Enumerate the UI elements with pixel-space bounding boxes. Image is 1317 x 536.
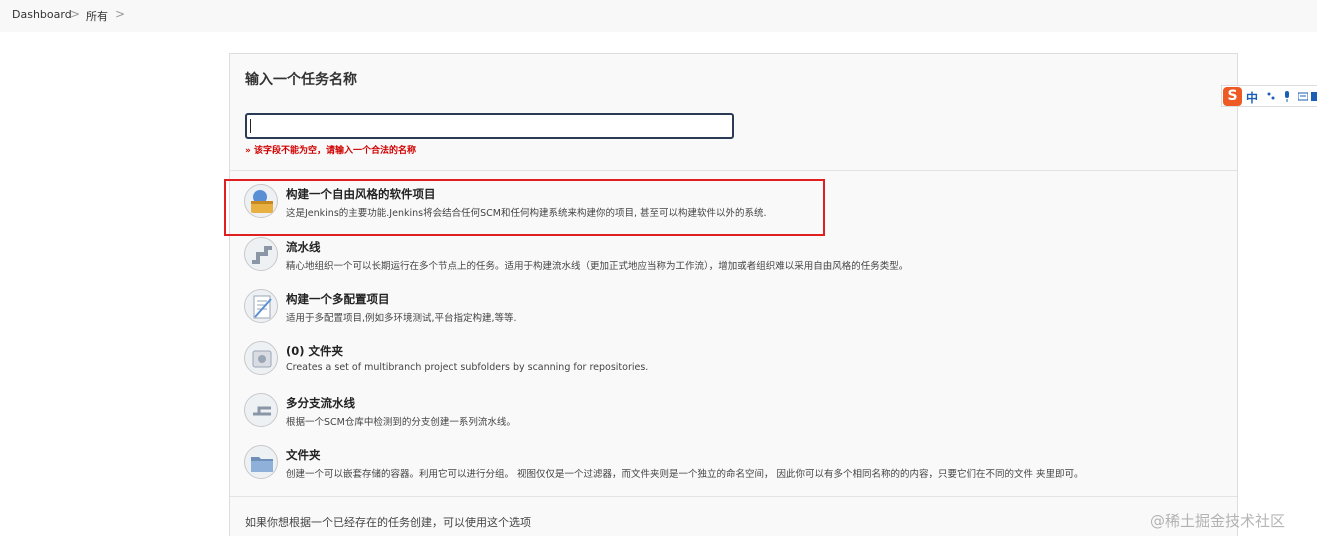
job-type-title: (0) 文件夹 [286, 344, 344, 358]
breadcrumb-bar: Dashboard > 所有 > [0, 0, 1317, 32]
page-title: 输入一个任务名称 [245, 72, 357, 88]
breadcrumb-all[interactable]: 所有 [86, 8, 108, 24]
job-type-multi-config[interactable]: 构建一个多配置项目 适用于多配置项目,例如多环境测试,平台指定构建,等等. [244, 289, 1144, 335]
job-type-title: 流水线 [286, 240, 321, 254]
job-type-multibranch-pipeline[interactable]: 多分支流水线 根据一个SCM仓库中检测到的分支创建一系列流水线。 [244, 393, 1144, 439]
folder-icon [244, 445, 278, 479]
job-type-title: 文件夹 [286, 448, 321, 462]
breadcrumb-separator[interactable]: > [70, 7, 80, 21]
validation-error: » 该字段不能为空，请输入一个合法的名称 [245, 146, 416, 156]
keyboard-icon[interactable] [1298, 91, 1308, 102]
skin-icon[interactable] [1311, 91, 1317, 102]
multi-config-icon [244, 289, 278, 323]
job-type-desc: 精心地组织一个可以长期运行在多个节点上的任务。适用于构建流水线（更加正式地应当称… [286, 261, 909, 272]
divider [230, 170, 1237, 171]
org-folder-icon [244, 341, 278, 375]
breadcrumb-dashboard[interactable]: Dashboard [12, 8, 72, 21]
job-type-title: 构建一个多配置项目 [286, 292, 390, 306]
breadcrumb-separator[interactable]: > [115, 7, 125, 21]
ime-language-toggle[interactable]: 中 [1246, 89, 1258, 106]
ime-toolbar: S 中 [1221, 85, 1317, 107]
punctuation-icon[interactable] [1266, 91, 1276, 102]
microphone-icon[interactable] [1282, 91, 1292, 102]
copy-existing-label: 如果你想根据一个已经存在的任务创建，可以使用这个选项 [245, 516, 531, 529]
job-type-pipeline[interactable]: 流水线 精心地组织一个可以长期运行在多个节点上的任务。适用于构建流水线（更加正式… [244, 237, 1144, 283]
highlight-annotation [224, 179, 825, 236]
text-caret [250, 119, 251, 133]
job-type-desc: 根据一个SCM仓库中检测到的分支创建一系列流水线。 [286, 417, 516, 428]
job-type-title: 多分支流水线 [286, 396, 355, 410]
item-name-input[interactable] [245, 113, 734, 139]
job-type-folder[interactable]: 文件夹 创建一个可以嵌套存储的容器。利用它可以进行分组。 视图仅仅是一个过滤器，… [244, 445, 1144, 491]
divider [230, 496, 1237, 497]
job-type-desc: Creates a set of multibranch project sub… [286, 362, 649, 373]
watermark: @稀土掘金技术社区 [1150, 512, 1286, 530]
pipeline-icon [244, 237, 278, 271]
new-item-panel: 输入一个任务名称 » 该字段不能为空，请输入一个合法的名称 构建一个自由风格的软… [229, 53, 1238, 536]
job-type-desc: 创建一个可以嵌套存储的容器。利用它可以进行分组。 视图仅仅是一个过滤器，而文件夹… [286, 469, 1084, 480]
ime-logo-icon[interactable]: S [1223, 87, 1242, 106]
job-type-desc: 适用于多配置项目,例如多环境测试,平台指定构建,等等. [286, 313, 517, 324]
job-type-org-folder[interactable]: (0) 文件夹 Creates a set of multibranch pro… [244, 341, 1144, 387]
multibranch-pipeline-icon [244, 393, 278, 427]
